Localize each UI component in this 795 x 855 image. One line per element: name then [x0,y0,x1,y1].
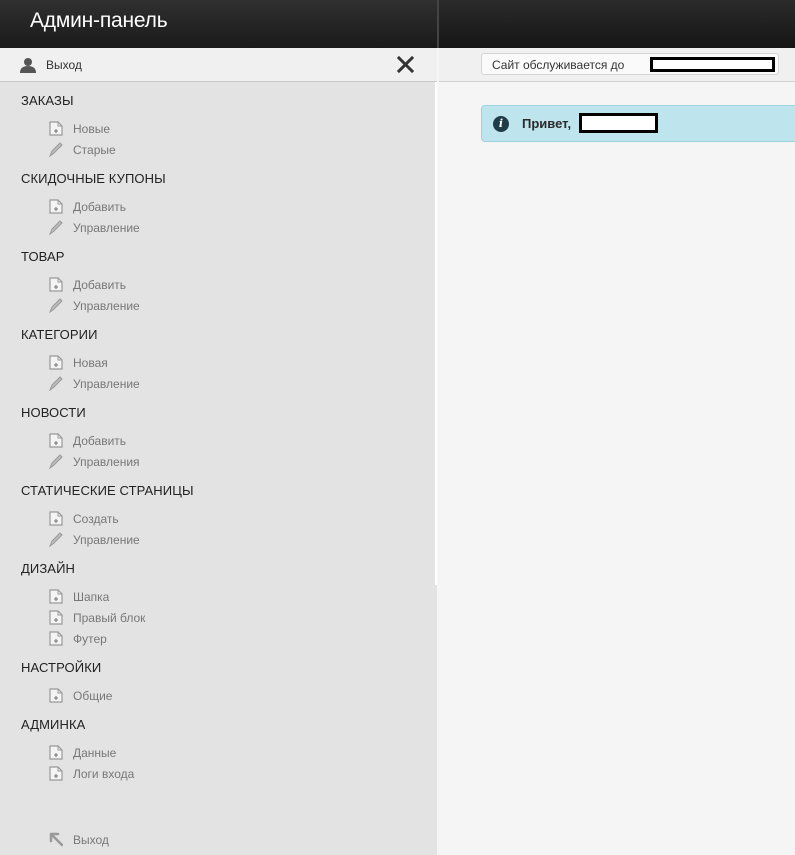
section-title: КАТЕГОРИИ [21,327,98,342]
menu-item-label: Правый блок [73,610,146,625]
sidebar-menu-item[interactable]: Управление [49,376,140,391]
menu-item-label: Управления [73,454,140,469]
menu-item-label: Управление [73,376,140,391]
sidebar-menu-item[interactable]: Создать [49,511,119,526]
close-icon[interactable] [397,56,414,73]
menu-item-label: Создать [73,511,119,526]
page-add-icon [49,199,63,214]
page-add-icon [49,589,63,604]
menu-item-label: Управление [73,220,140,235]
section-title: НАСТРОЙКИ [21,660,102,675]
info-icon: i [493,116,509,132]
section-title: ТОВАР [21,249,65,264]
sidebar-menu-item[interactable]: Футер [49,631,107,646]
page-add-icon [49,511,63,526]
header-bar: Админ-панель [0,0,795,48]
greeting-text: Привет, [522,116,572,131]
menu-item-label: Управление [73,532,140,547]
app-title: Админ-панель [30,9,168,32]
pencil-icon [49,376,63,391]
pencil-icon [49,142,63,157]
pencil-icon [49,298,63,313]
redacted-date [650,57,775,72]
sidebar-scrollbar[interactable] [435,48,437,585]
menu-item-label: Футер [73,631,107,646]
menu-item-label: Новые [73,121,111,136]
page-add-icon [49,433,63,448]
page-add-icon [49,631,63,646]
page-add-icon [49,766,63,781]
redacted-username [579,113,658,133]
sidebar-menu-item[interactable]: Управление [49,220,140,235]
section-title: ЗАКАЗЫ [21,93,74,108]
sidebar-menu-item[interactable]: Управление [49,532,140,547]
menu-item-label: Добавить [73,277,127,292]
sidebar-menu-item[interactable]: Данные [49,745,116,760]
sidebar-menu-item[interactable]: Добавить [49,199,126,214]
page-add-icon [49,745,63,760]
logout-bottom-label: Выход [73,832,109,847]
sidebar-menu-item[interactable]: Шапка [49,589,109,604]
section-title: НОВОСТИ [21,405,86,420]
section-title: АДМИНКА [21,717,86,732]
pencil-icon [49,454,63,469]
sidebar: Выход ЗАКАЗЫ Новые Старые СКИДОЧНЫЕ КУПОНЫ Д… [0,48,437,855]
menu-item-label: Шапка [73,589,110,604]
sidebar-menu-item[interactable]: Старые [49,142,116,157]
sidebar-menu-item[interactable]: Новая [49,355,108,370]
page-add-icon [49,121,63,136]
sidebar-menu-item[interactable]: Управления [49,454,140,469]
page-add-icon [49,610,63,625]
menu-item-label: Новая [73,355,108,370]
menu-item-label: Добавить [73,199,127,214]
arrow-back-icon [49,832,63,847]
page-add-icon [49,355,63,370]
page-add-icon [49,688,63,703]
section-title: ДИЗАЙН [21,561,76,576]
menu-item-label: Данные [73,745,117,760]
header-divider [437,0,439,48]
sidebar-menu-item[interactable]: Добавить [49,277,126,292]
sidebar-menu-item[interactable]: Общие [49,688,112,703]
logout-link-bottom[interactable]: Выход [49,832,109,847]
menu-item-label: Старые [73,142,116,157]
sidebar-menu-item[interactable]: Управление [49,298,140,313]
section-title: СКИДОЧНЫЕ КУПОНЫ [21,171,166,186]
service-label: Сайт обслуживается до [492,58,625,72]
main-content: Сайт обслуживается до i Привет, [439,48,795,855]
greeting-alert: i Привет, [481,105,795,142]
sidebar-menu-item[interactable]: Правый блок [49,610,145,625]
section-title: СТАТИЧЕСКИЕ СТРАНИЦЫ [21,483,194,498]
sidebar-topbar: Выход [0,48,437,82]
logout-link-top[interactable]: Выход [20,57,82,73]
sidebar-menu-item[interactable]: Логи входа [49,766,134,781]
pencil-icon [49,220,63,235]
menu-item-label: Логи входа [73,766,135,781]
menu-item-label: Управление [73,298,140,313]
main-topbar: Сайт обслуживается до [439,48,795,82]
menu-item-label: Добавить [73,433,127,448]
service-status-badge: Сайт обслуживается до [481,53,779,75]
user-icon [20,58,36,73]
pencil-icon [49,532,63,547]
sidebar-menu-item[interactable]: Новые [49,121,110,136]
menu-item-label: Общие [73,688,113,703]
sidebar-menu-item[interactable]: Добавить [49,433,126,448]
page-add-icon [49,277,63,292]
logout-top-label: Выход [46,58,82,72]
